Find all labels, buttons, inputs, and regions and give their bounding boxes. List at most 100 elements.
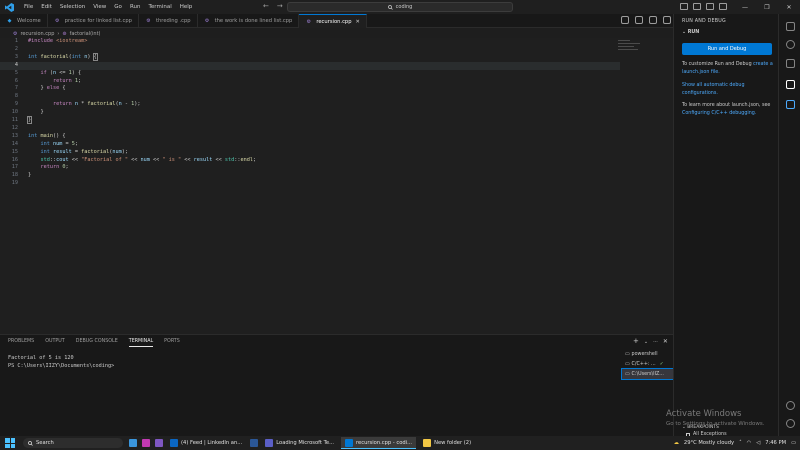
folder-icon [423,439,432,447]
run-debug-icon[interactable] [786,80,795,89]
tab-practice-linked-list[interactable]: ⚙ practice for linked list.cpp [48,14,139,28]
taskbar-teams[interactable]: Loading Microsoft Te... [261,437,338,449]
tab-debug-console[interactable]: DEBUG CONSOLE [76,339,118,347]
code-line: 11} [0,116,620,125]
extensions-icon[interactable] [786,100,795,109]
code-editor[interactable]: 1 #include <iostream> 2 3 int factorial(in… [0,38,673,334]
include-directive: #include [28,38,53,44]
code-line: 16 std::cout << "Factorial of " << num <… [0,157,620,165]
code-line: 9 return n * factorial(n - 1); [0,101,620,109]
app-icon[interactable] [155,439,163,447]
close-panel-icon[interactable]: ✕ [663,337,668,347]
toggle-sidebar-icon[interactable] [680,3,688,10]
line-number: 8 [14,93,18,100]
line-number: 11 [11,117,18,123]
run-section-title[interactable]: ⌄ RUN [682,30,699,35]
terminal-item-cpp[interactable]: ▭ C/C++: ... ✓ [622,359,673,369]
terminal-prompt: PS C:\Users\IIZY\Documents\coding> [8,362,115,369]
search-icon[interactable] [786,40,795,49]
code-line: 3 int factorial(int n) { [0,52,620,62]
customize-layout-icon[interactable] [719,3,727,10]
minimize-button[interactable]: — [734,0,756,14]
chevron-up-icon[interactable]: ˄ [739,440,742,446]
code-line: 17 return 0; [0,164,620,172]
minimap[interactable] [618,38,648,58]
run-and-debug-button[interactable]: Run and Debug [682,43,772,55]
source-control-icon[interactable] [786,59,795,68]
explorer-icon[interactable] [786,22,795,31]
taskbar-search[interactable]: Search [23,438,123,448]
code-line: 1 #include <iostream> [0,38,620,46]
menu-selection[interactable]: Selection [56,0,89,14]
app-icon[interactable] [250,439,259,447]
line-number: 1 [14,38,18,44]
volume-icon[interactable]: ◁ [756,440,760,446]
tab-problems[interactable]: PROBLEMS [8,339,34,347]
taskbar-vscode[interactable]: recursion.cpp - codi... [341,437,417,449]
tab-recursion[interactable]: ⚙ recursion.cpp ✕ [299,14,367,28]
windows-start-icon[interactable] [5,438,15,448]
new-terminal-icon[interactable]: + [633,337,639,347]
learn-more-text: To learn more about launch.json, see Con… [682,103,771,116]
terminal-name: powershell [631,351,658,357]
more-icon[interactable]: ··· [653,337,658,347]
edge-icon [170,439,178,447]
breadcrumb-symbol[interactable]: factorial(int) [70,31,101,37]
menu-view[interactable]: View [89,0,110,14]
menu-run[interactable]: Run [126,0,145,14]
menu-terminal[interactable]: Terminal [144,0,175,14]
toggle-panel-icon[interactable] [693,3,701,10]
chevron-down-icon[interactable]: ⌄ [644,337,648,347]
line-number: 18 [11,172,18,179]
menu-help[interactable]: Help [176,0,197,14]
split-editor-icon[interactable] [649,16,657,24]
clock[interactable]: 7:46 PM [765,440,786,446]
tab-threding[interactable]: ⚙ threding .cpp [139,14,198,28]
task-view-icon[interactable] [129,439,137,447]
breadcrumb-file[interactable]: recursion.cpp [20,31,54,37]
account-icon[interactable] [786,401,795,410]
show-auto-debug-link[interactable]: Show all automatic debug configurations. [682,82,774,97]
menu-go[interactable]: Go [110,0,126,14]
weather-text[interactable]: 29°C Mostly cloudy [684,440,734,446]
code-line: 6 return 1; [0,78,620,86]
tab-welcome[interactable]: ◆ Welcome [0,14,48,28]
weather-icon[interactable]: ☁ [674,440,679,446]
command-center-search[interactable]: coding [287,2,513,12]
tab-ports[interactable]: PORTS [164,339,180,347]
terminal-item-active[interactable]: ▭ C:\Users\IIZ... [621,368,674,380]
forward-arrow-icon[interactable]: → [277,2,283,10]
notification-icon[interactable]: ▭ [791,440,796,446]
manage-gear-icon[interactable] [786,419,795,428]
toggle-secondary-sidebar-icon[interactable] [706,3,714,10]
configuring-debugging-link[interactable]: Configuring C/C++ debugging. [682,111,756,116]
sidebar-header: RUN AND DEBUG [682,19,726,24]
menu-edit[interactable]: Edit [37,0,56,14]
maximize-button[interactable]: ❐ [756,0,778,14]
more-actions-icon[interactable] [663,16,671,24]
taskbar-explorer[interactable]: New folder (2) [419,437,475,449]
line-number: 13 [11,132,18,139]
terminal-output[interactable]: Factorial of 5 is 120 PS C:\Users\IIZY\Do… [8,355,114,370]
terminal-item-powershell[interactable]: ▭ powershell [622,349,673,359]
chevron-right-icon: › [57,30,60,37]
back-arrow-icon[interactable]: ← [263,2,269,10]
tab-terminal[interactable]: TERMINAL [128,339,154,347]
close-tab-icon[interactable]: ✕ [356,19,360,25]
menu-file[interactable]: File [20,0,37,14]
line-number: 19 [11,180,18,187]
cpp-file-icon: ⚙ [204,18,210,24]
run-code-icon[interactable] [621,16,629,24]
system-tray: ☁ 29°C Mostly cloudy ˄ ◠ ◁ 7:46 PM ▭ [674,436,796,450]
terminal-icon: ▭ [625,361,630,367]
tab-output[interactable]: OUTPUT [45,339,65,347]
app-icon[interactable] [142,439,150,447]
function-symbol-icon: ⊚ [62,30,67,37]
taskbar-linkedin[interactable]: (4) Feed | LinkedIn an... [166,437,246,449]
tab-lined-list[interactable]: ⚙ the work is done lined list.cpp [198,14,300,28]
breadcrumb: ⚙ recursion.cpp › ⊚ factorial(int) [13,29,101,38]
settings-gear-icon[interactable] [635,16,643,24]
close-window-button[interactable]: ✕ [778,0,800,14]
vscode-tab-icon: ◆ [7,18,12,24]
wifi-icon[interactable]: ◠ [747,440,752,446]
